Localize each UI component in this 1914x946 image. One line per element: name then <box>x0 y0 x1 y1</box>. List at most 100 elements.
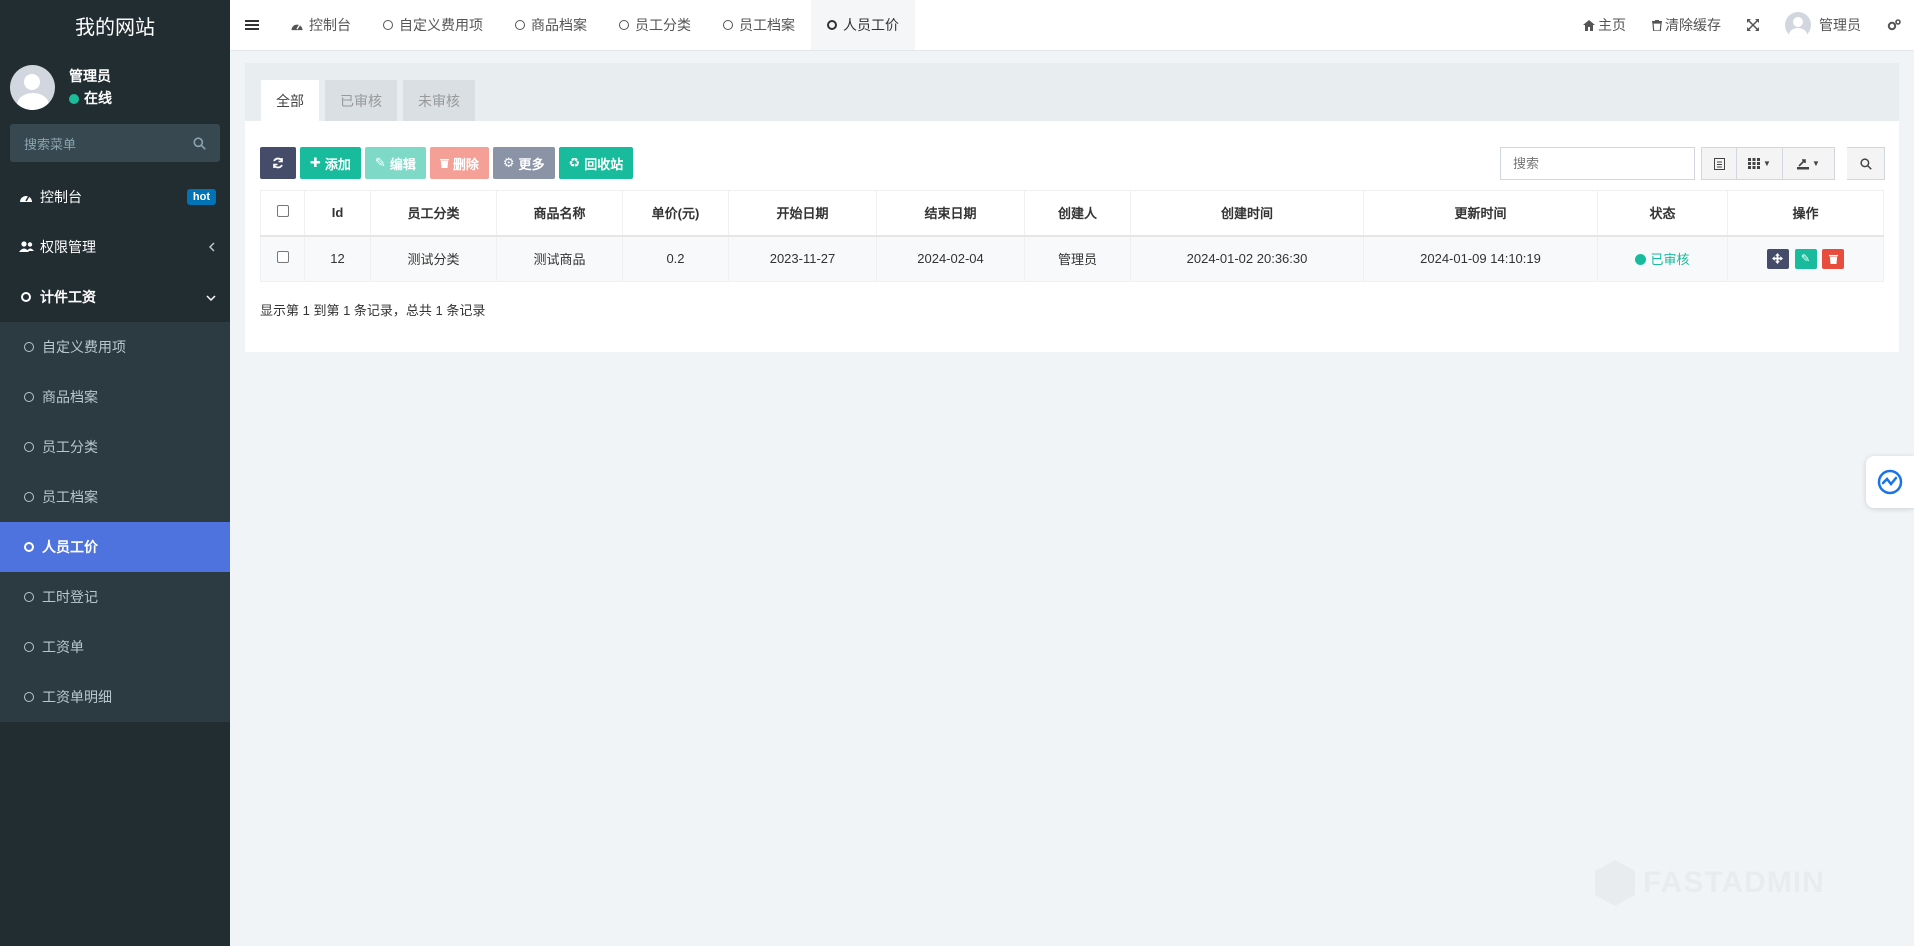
cell-product: 测试商品 <box>496 235 623 282</box>
avatar <box>10 64 55 110</box>
dashboard-icon <box>291 23 303 30</box>
sidebar-menu: 控制台 hot 权限管理 计件工资 自定义费用项 商品档案 员工分类 员工档案 … <box>0 172 230 722</box>
row-delete-button[interactable] <box>1822 248 1845 269</box>
delete-button[interactable]: 删除 <box>429 147 489 179</box>
sidebar-subitem-active[interactable]: 人员工价 <box>0 522 230 572</box>
edit-button[interactable]: ✎ 编辑 <box>364 147 426 179</box>
data-table: Id 员工分类 商品名称 单价(元) 开始日期 结束日期 创建人 创建时间 更新… <box>260 190 1884 282</box>
status-dot-icon <box>1635 254 1647 266</box>
nav-tab-dashboard[interactable]: 控制台 <box>274 0 367 50</box>
column-header[interactable]: 状态 <box>1597 190 1728 237</box>
brand-title[interactable]: 我的网站 <box>0 0 230 50</box>
column-header[interactable]: 创建人 <box>1024 190 1131 237</box>
recycle-bin-button[interactable]: ♻ 回收站 <box>558 147 634 179</box>
status-badge[interactable]: 已审核 <box>1635 252 1690 267</box>
submenu-piecework: 自定义费用项 商品档案 员工分类 员工档案 人员工价 工时登记 工资单 工资单明… <box>0 322 230 722</box>
cell-end-date: 2024-02-04 <box>876 235 1025 282</box>
nav-tab[interactable]: 员工档案 <box>707 0 811 50</box>
drag-move-button[interactable] <box>1766 248 1789 269</box>
toolbar: ✚ 添加 ✎ 编辑 删除 ⚙ 更多 ♻ 回收站 <box>260 147 634 179</box>
gears-icon[interactable] <box>1874 19 1914 31</box>
trash-icon <box>439 158 449 168</box>
refresh-button[interactable] <box>260 147 296 179</box>
circle-icon <box>24 692 34 702</box>
chevron-down-icon <box>206 289 216 305</box>
watermark-logo: FASTADMIN <box>1595 860 1825 906</box>
column-header[interactable]: Id <box>304 190 371 237</box>
tab-unapproved[interactable]: 未审核 <box>403 80 475 121</box>
home-icon <box>1583 19 1595 31</box>
circle-icon <box>24 492 34 502</box>
content-panel: 全部 已审核 未审核 ✚添加 ✎编辑 删除 ⚙更多 ♻回收站 ▼ <box>245 63 1899 352</box>
columns-button[interactable]: ▼ <box>1737 147 1783 180</box>
table-header-row: Id 员工分类 商品名称 单价(元) 开始日期 结束日期 创建人 创建时间 更新… <box>260 190 1884 237</box>
sidebar-subitem[interactable]: 工时登记 <box>0 572 230 622</box>
fullscreen-icon[interactable] <box>1734 19 1772 31</box>
row-checkbox[interactable] <box>276 251 289 264</box>
more-button[interactable]: ⚙ 更多 <box>492 147 555 179</box>
table-tools: ▼ ▼ <box>1500 147 1885 180</box>
tab-approved[interactable]: 已审核 <box>325 80 397 121</box>
nav-tab[interactable]: 员工分类 <box>603 0 707 50</box>
sidebar-subitem[interactable]: 工资单 <box>0 622 230 672</box>
search-button[interactable] <box>1847 147 1885 180</box>
nav-tab[interactable]: 商品档案 <box>499 0 603 50</box>
circle-icon <box>24 542 34 552</box>
table-row[interactable]: 12 测试分类 测试商品 0.2 2023-11-27 2024-02-04 管… <box>260 235 1884 282</box>
circle-icon <box>827 20 837 30</box>
list-icon <box>1713 157 1725 170</box>
user-status: 在线 <box>69 87 112 109</box>
pagination-info: 显示第 1 到第 1 条记录，总共 1 条记录 <box>260 303 486 318</box>
chevron-left-icon <box>208 239 216 255</box>
users-icon <box>18 241 34 253</box>
sidebar-item-permissions[interactable]: 权限管理 <box>0 222 230 272</box>
floating-assistant-button[interactable] <box>1866 456 1914 508</box>
grid-icon <box>1748 158 1761 169</box>
export-button[interactable]: ▼ <box>1783 147 1835 180</box>
sidebar-search-input[interactable]: 搜索菜单 <box>10 124 220 162</box>
circle-icon <box>619 20 629 30</box>
nav-tab[interactable]: 自定义费用项 <box>367 0 499 50</box>
table-search-input[interactable] <box>1500 147 1695 180</box>
column-header[interactable]: 结束日期 <box>876 190 1025 237</box>
add-button[interactable]: ✚ 添加 <box>300 147 361 179</box>
home-link[interactable]: 主页 <box>1570 15 1639 35</box>
sidebar-subitem[interactable]: 员工档案 <box>0 472 230 522</box>
circle-icon <box>24 392 34 402</box>
sidebar-subitem[interactable]: 员工分类 <box>0 422 230 472</box>
cell-updated-time: 2024-01-09 14:10:19 <box>1363 235 1598 282</box>
tab-all[interactable]: 全部 <box>261 80 319 121</box>
cell-category: 测试分类 <box>370 235 497 282</box>
trash-icon <box>1652 19 1662 31</box>
user-menu[interactable]: 管理员 <box>1772 12 1874 38</box>
column-header[interactable]: 创建时间 <box>1130 190 1364 237</box>
column-header[interactable]: 单价(元) <box>622 190 729 237</box>
column-header[interactable]: 员工分类 <box>370 190 497 237</box>
select-all-checkbox[interactable] <box>276 205 289 218</box>
cell-creator: 管理员 <box>1024 235 1131 282</box>
avatar <box>1785 12 1811 38</box>
circle-icon <box>515 20 525 30</box>
column-header[interactable]: 开始日期 <box>728 190 877 237</box>
cell-id: 12 <box>304 235 371 282</box>
search-icon[interactable] <box>193 136 206 150</box>
sidebar-subitem[interactable]: 自定义费用项 <box>0 322 230 372</box>
column-header[interactable]: 更新时间 <box>1363 190 1598 237</box>
sidebar-item-dashboard[interactable]: 控制台 hot <box>0 172 230 222</box>
refresh-icon <box>273 157 283 169</box>
move-icon <box>1772 253 1784 265</box>
fastadmin-logo-icon <box>1595 860 1635 906</box>
menu-toggle-icon[interactable] <box>230 0 274 50</box>
sidebar-item-piecework[interactable]: 计件工资 <box>0 272 230 322</box>
gear-icon: ⚙ <box>502 155 515 170</box>
select-all-checkbox-cell <box>260 190 305 237</box>
sidebar-subitem[interactable]: 工资单明细 <box>0 672 230 722</box>
circle-icon <box>383 20 393 30</box>
toggle-view-button[interactable] <box>1701 147 1737 180</box>
nav-tab-active[interactable]: 人员工价 <box>811 0 915 50</box>
sidebar-subitem[interactable]: 商品档案 <box>0 372 230 422</box>
cell-price: 0.2 <box>622 235 729 282</box>
clear-cache-button[interactable]: 清除缓存 <box>1639 15 1734 35</box>
row-edit-button[interactable]: ✎ <box>1794 248 1817 269</box>
column-header[interactable]: 商品名称 <box>496 190 623 237</box>
